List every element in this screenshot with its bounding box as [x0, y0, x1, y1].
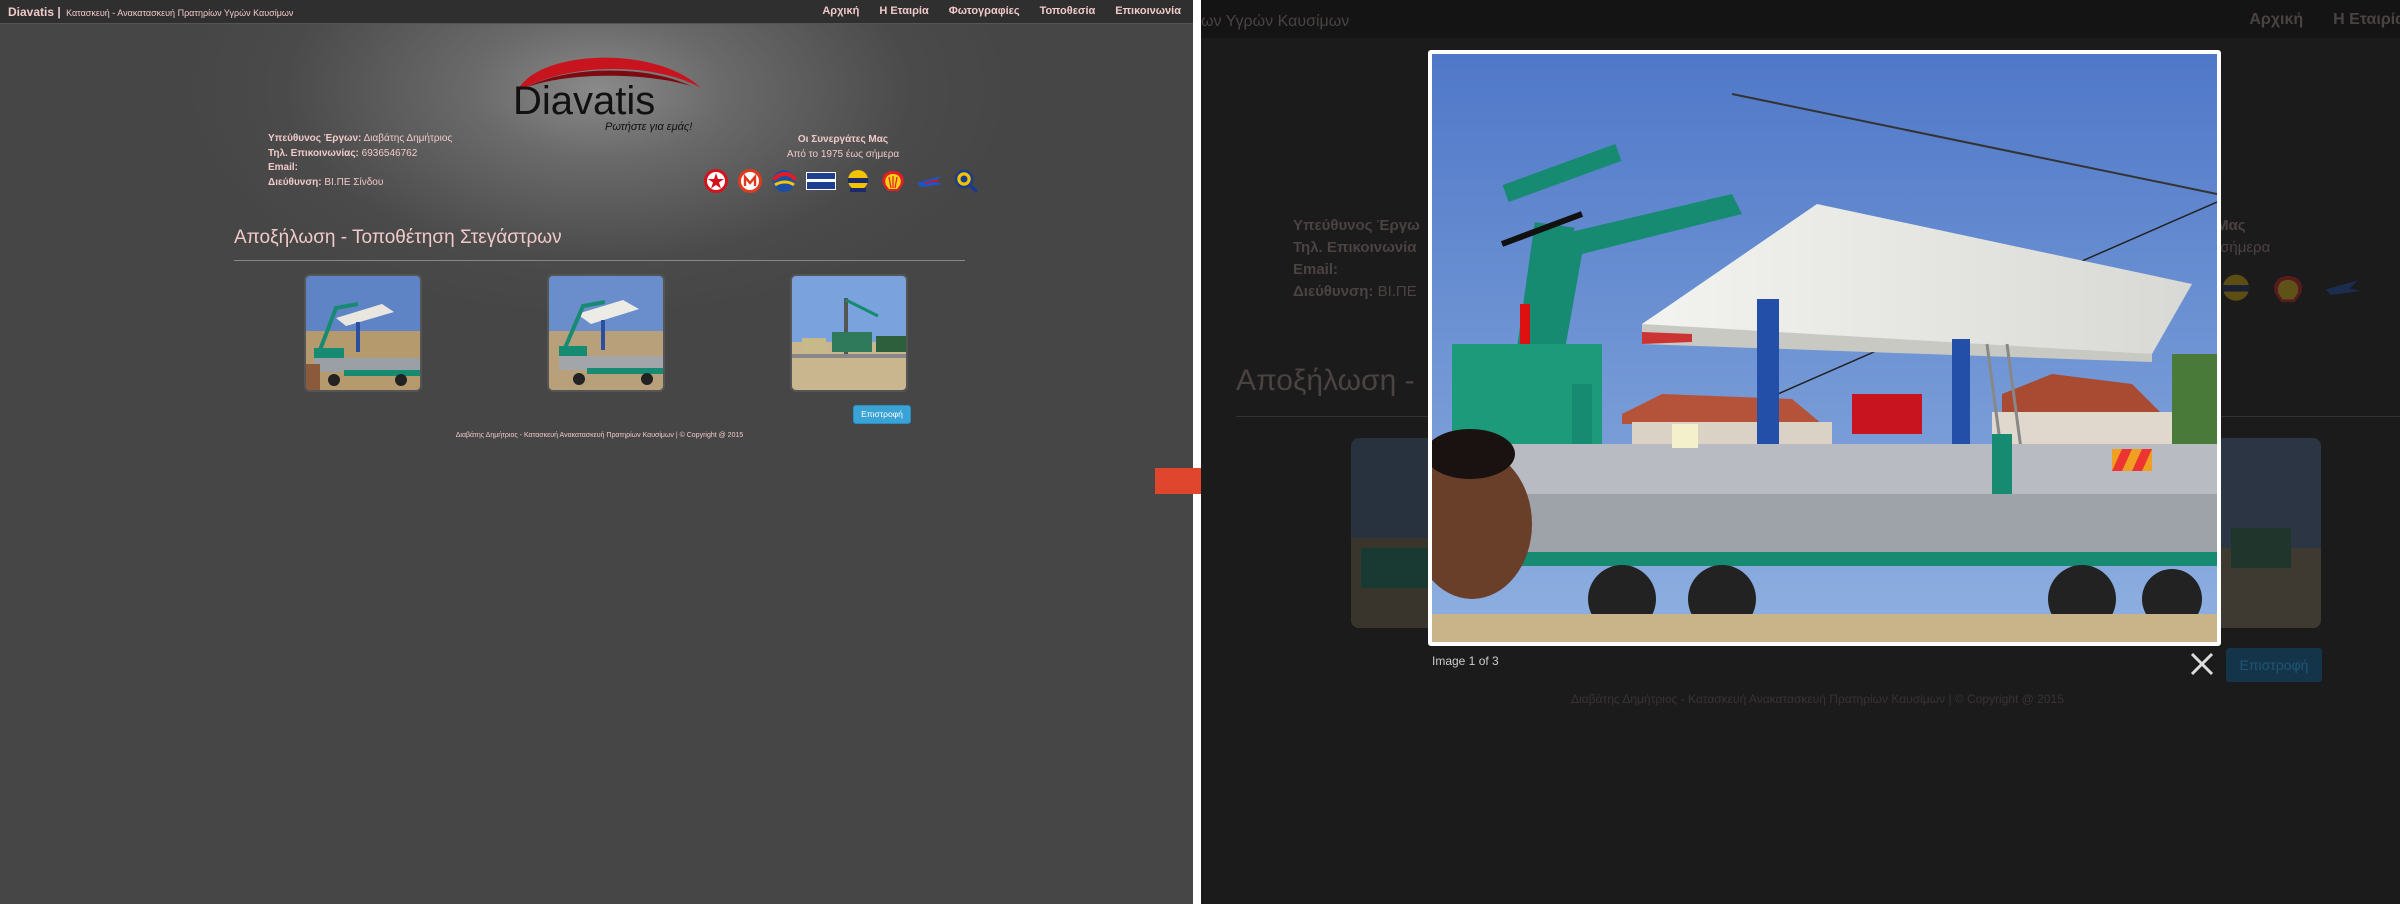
- phone-value: 6936546762: [361, 147, 418, 159]
- email-label: Email:: [268, 162, 299, 173]
- close-icon[interactable]: [2186, 648, 2218, 680]
- website-panel: Diavatis | Κατασκευή - Ανακατασκευή Πρατ…: [0, 0, 1193, 904]
- logo-text: Diavatis: [513, 79, 655, 123]
- nav-contact[interactable]: Επικοινωνία: [1115, 5, 1181, 17]
- top-navbar: Diavatis | Κατασκευή - Ανακατασκευή Πρατ…: [0, 0, 1193, 24]
- shell-icon: [879, 168, 907, 199]
- dimmed-brand-tagline: ων Υγρών Καυσίμων: [1201, 13, 1350, 30]
- aegean-icon: [805, 170, 837, 197]
- nav-photos[interactable]: Φωτογραφίες: [949, 5, 1020, 17]
- footer-text: Διαβάτης Δημήτριος - Κατασκευή Ανακατασκ…: [455, 432, 744, 439]
- jetoil-icon: [2325, 280, 2361, 295]
- jetoil-icon: [915, 170, 945, 197]
- dimmed-phone-label: Τηλ. Επικοινωνία: [1293, 239, 1417, 256]
- back-button[interactable]: Επιστροφή: [853, 405, 911, 424]
- cyclon-icon: [2222, 274, 2250, 301]
- partner-logos: [703, 168, 979, 199]
- page-title: Αποξήλωση - Τοποθέτηση Στεγάστρων: [234, 227, 562, 248]
- cyclon-icon: [845, 168, 871, 199]
- lightbox-image-frame: [1428, 50, 2221, 646]
- revoil-icon: [737, 168, 763, 199]
- dimmed-thumbnail-3: [2211, 438, 2321, 628]
- nav-company[interactable]: Η Εταιρία: [879, 5, 928, 17]
- shell-icon: [2273, 275, 2303, 303]
- lightbox-view-panel: ων Υγρών Καυσίμων Αρχική Η Εταιρία Υπεύθ…: [1201, 0, 2400, 904]
- partners-title: Οι Συνεργάτες Μας: [797, 134, 889, 145]
- eko-icon: [771, 168, 797, 199]
- phone-label: Τηλ. Επικοινωνίας:: [268, 147, 359, 159]
- lightbox-photo: [1432, 54, 2217, 642]
- dimmed-footer: Διαβάτης Δημήτριος - Κατασκευή Ανακατασκ…: [1571, 692, 2064, 706]
- dimmed-address-value: ΒΙ.ΠΕ: [1377, 283, 1417, 300]
- dimmed-back-button: Επιστροφή: [2226, 648, 2322, 682]
- nav-location[interactable]: Τοποθεσία: [1040, 5, 1096, 17]
- partners-subtitle: Από το 1975 έως σήμερα: [786, 149, 900, 160]
- brand-tagline[interactable]: Κατασκευή - Ανακατασκευή Πρατηρίων Υγρών…: [66, 8, 293, 18]
- main-nav: Αρχική Η Εταιρία Φωτογραφίες Τοποθεσία Ε…: [822, 5, 1181, 17]
- lightbox-caption: Image 1 of 3: [1432, 654, 1499, 668]
- diavatis-logo: Diavatis Ρωτήστε για εμάς!: [513, 57, 701, 133]
- dimmed-manager-label: Υπεύθυνος Έργω: [1293, 217, 1420, 234]
- gallery-thumbnail-2[interactable]: [547, 274, 665, 392]
- brand-separator: |: [57, 5, 61, 19]
- dimmed-nav-home: Αρχική: [2249, 11, 2304, 28]
- texaco-icon: [703, 168, 729, 199]
- elin-icon: [953, 168, 979, 199]
- manager-label: Υπεύθυνος Έργων:: [268, 133, 362, 144]
- gallery-thumbnail-3[interactable]: [790, 274, 908, 392]
- address-label: Διεύθυνση:: [268, 176, 322, 188]
- navbar-brand[interactable]: Diavatis | Κατασκευή - Ανακατασκευή Πρατ…: [8, 5, 293, 19]
- dimmed-page-title: Αποξήλωση -: [1236, 364, 1415, 397]
- title-divider: [234, 260, 965, 261]
- dimmed-address-label: Διεύθυνση:: [1293, 283, 1374, 300]
- dimmed-navbar: ων Υγρών Καυσίμων Αρχική Η Εταιρία: [1201, 0, 2400, 38]
- dimmed-partner-logos: [2219, 272, 2363, 306]
- address-value: ΒΙ.ΠΕ Σίνδου: [324, 176, 384, 188]
- manager-value: Διαβάτης Δημήτριος: [363, 133, 453, 144]
- logo-slogan: Ρωτήστε για εμάς!: [605, 121, 692, 133]
- contact-info: Υπεύθυνος Έργων: Διαβάτης Δημήτριος Τηλ.…: [268, 132, 452, 190]
- dimmed-email-label: Email:: [1293, 261, 1339, 278]
- nav-home[interactable]: Αρχική: [822, 5, 859, 17]
- brand-name[interactable]: Diavatis: [8, 5, 54, 19]
- dimmed-nav-company: Η Εταιρία: [2333, 11, 2400, 28]
- dimmed-nav: Αρχική Η Εταιρία: [2249, 11, 2400, 29]
- partners-block: Οι Συνεργάτες Μας Από το 1975 έως σήμερα: [708, 132, 978, 162]
- gallery-thumbnail-1[interactable]: [304, 274, 422, 392]
- dimmed-contact-info: Υπεύθυνος Έργω Τηλ. Επικοινωνία Email: Δ…: [1293, 215, 1420, 303]
